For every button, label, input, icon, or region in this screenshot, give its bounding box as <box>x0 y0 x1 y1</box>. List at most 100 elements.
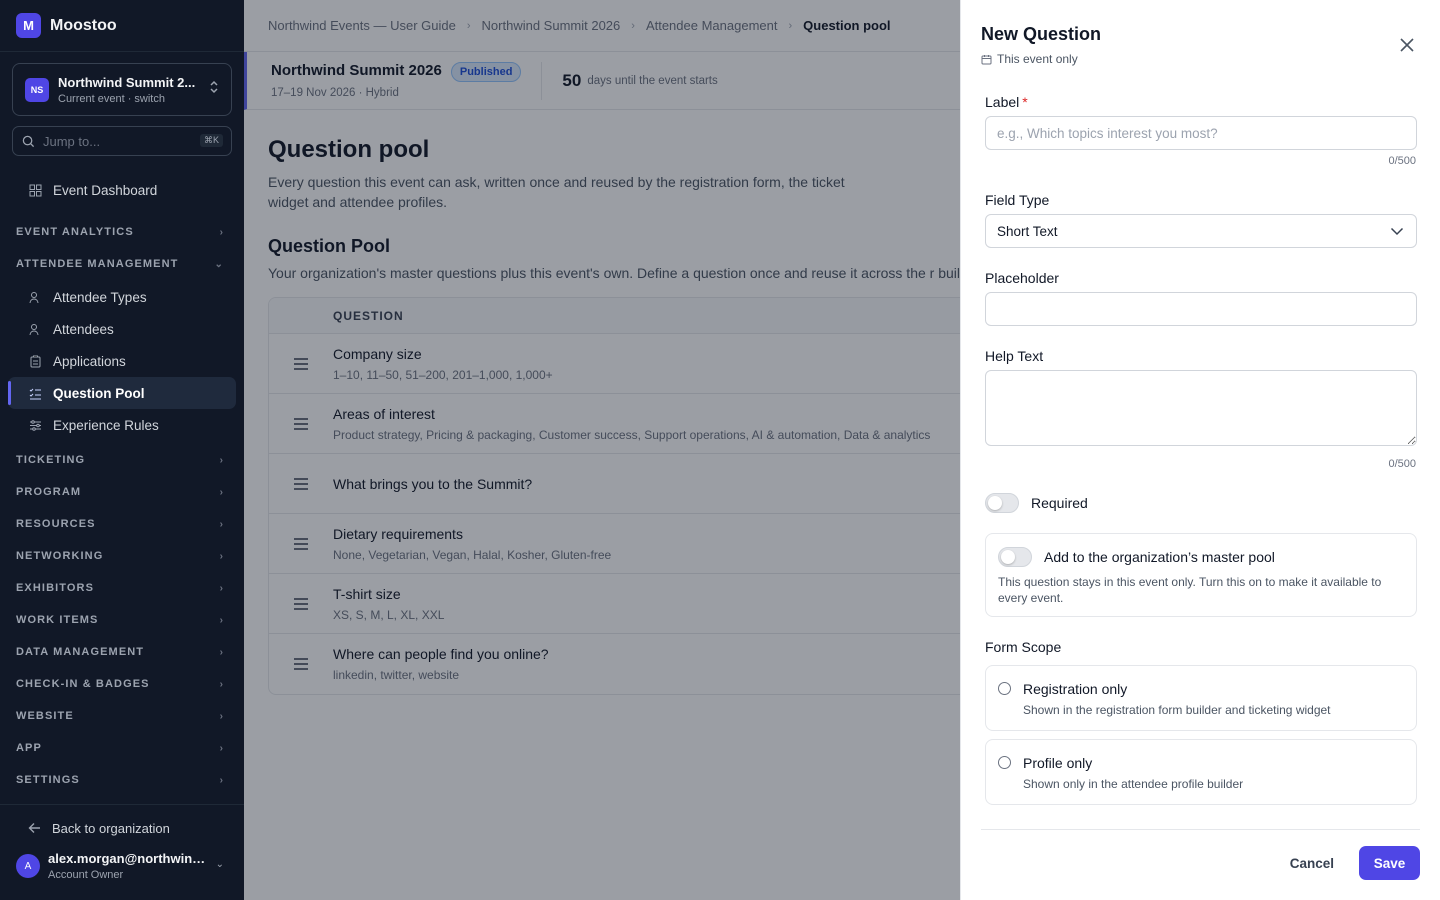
section-attendee-management[interactable]: ATTENDEE MANAGEMENT ⌄ <box>0 248 244 280</box>
scope-option-profile[interactable]: Profile only Shown only in the attendee … <box>985 739 1417 805</box>
jump-placeholder: Jump to... <box>43 133 101 149</box>
sidebar-section[interactable]: NETWORKING › <box>0 540 244 572</box>
chevron-down-icon: ⌄ <box>215 859 224 870</box>
section-label: CHECK-IN & BADGES <box>16 678 150 690</box>
sidebar-section[interactable]: WORK ITEMS › <box>0 604 244 636</box>
chevron-right-icon: › <box>219 678 224 690</box>
chevron-right-icon: › <box>219 582 224 594</box>
sidebar-section[interactable]: SETTINGS › <box>0 764 244 796</box>
calendar-icon <box>981 54 992 65</box>
scope-option-registration[interactable]: Registration only Shown in the registrat… <box>985 665 1417 731</box>
section-label: RESOURCES <box>16 518 96 530</box>
section-label: PROGRAM <box>16 486 82 498</box>
section-label: DATA MANAGEMENT <box>16 646 145 658</box>
sidebar-section[interactable]: EXHIBITORS › <box>0 572 244 604</box>
chevron-right-icon: › <box>219 742 224 754</box>
brand-logo: M <box>16 13 41 38</box>
section-label: SETTINGS <box>16 774 80 786</box>
event-switcher-sub: Current event · switch <box>58 92 165 105</box>
brand-name: Moostoo <box>50 16 117 34</box>
user-menu[interactable]: A alex.morgan@northwind... Account Owner… <box>0 851 244 881</box>
panel-title: New Question <box>981 24 1102 44</box>
option-desc: Shown only in the attendee profile build… <box>1023 777 1244 791</box>
sidebar-item-label: Question Pool <box>53 385 145 401</box>
close-button[interactable] <box>1396 34 1418 56</box>
panel-footer-divider <box>981 829 1420 830</box>
placeholder-label: Placeholder <box>985 270 1059 286</box>
sidebar-section[interactable]: WEBSITE › <box>0 700 244 732</box>
sidebar-section[interactable]: PROGRAM › <box>0 476 244 508</box>
avatar: A <box>16 854 40 878</box>
required-label: Required <box>1031 495 1088 511</box>
chevron-right-icon: › <box>219 710 224 722</box>
sidebar-item-applications[interactable]: Applications <box>8 345 236 377</box>
sidebar-item-question-pool[interactable]: Question Pool <box>8 377 236 409</box>
help-text-input[interactable] <box>985 370 1417 446</box>
field-type-value: Short Text <box>997 223 1058 239</box>
sidebar-section[interactable]: CHECK-IN & BADGES › <box>0 668 244 700</box>
search-icon <box>22 135 35 148</box>
chevron-right-icon: › <box>219 550 224 562</box>
sidebar-section[interactable]: DATA MANAGEMENT › <box>0 636 244 668</box>
chevron-right-icon: › <box>219 454 224 466</box>
chevron-down-icon <box>1390 224 1404 241</box>
sidebar-section[interactable]: APP › <box>0 732 244 764</box>
sidebar-footer: Back to organization A alex.morgan@north… <box>0 804 244 900</box>
radio-button[interactable] <box>998 756 1011 769</box>
chevron-right-icon: › <box>219 486 224 498</box>
shortcut-badge: ⌘K <box>199 134 223 147</box>
field-type-select[interactable]: Short Text <box>985 214 1417 248</box>
required-row: Required <box>985 493 1088 513</box>
chevron-right-icon: › <box>219 614 224 626</box>
label-input[interactable] <box>985 116 1417 150</box>
section-label: WEBSITE <box>16 710 74 722</box>
close-icon <box>1400 38 1414 52</box>
sidebar-item-label: Attendee Types <box>53 289 147 305</box>
sliders-icon <box>28 418 42 432</box>
section-label: EVENT ANALYTICS <box>16 226 134 238</box>
chevron-right-icon: › <box>219 226 224 238</box>
jump-to-search[interactable]: Jump to... ⌘K <box>12 126 232 156</box>
section-event-analytics[interactable]: EVENT ANALYTICS › <box>0 216 244 248</box>
sidebar-item-label: Attendees <box>53 321 114 337</box>
sidebar-item-attendee-types[interactable]: Attendee Types <box>8 281 236 313</box>
chevron-right-icon: › <box>219 646 224 658</box>
help-text-label: Help Text <box>985 348 1044 364</box>
sidebar-item-experience-rules[interactable]: Experience Rules <box>8 409 236 441</box>
option-title: Registration only <box>1023 681 1128 697</box>
sidebar-item-dashboard[interactable]: Event Dashboard <box>8 174 236 206</box>
section-label: APP <box>16 742 42 754</box>
sidebar-section[interactable]: TICKETING › <box>0 444 244 476</box>
form-scope-label: Form Scope <box>985 639 1062 655</box>
sidebar-section[interactable]: RESOURCES › <box>0 508 244 540</box>
cancel-button[interactable]: Cancel <box>1290 851 1334 875</box>
sidebar: M Moostoo NS Northwind Summit 2... Curre… <box>0 0 244 900</box>
required-toggle[interactable] <box>985 493 1019 513</box>
event-switcher[interactable]: NS Northwind Summit 2... Current event ·… <box>12 63 232 116</box>
radio-button[interactable] <box>998 682 1011 695</box>
master-pool-toggle[interactable] <box>998 547 1032 567</box>
arrow-left-icon <box>28 822 41 834</box>
sidebar-item-attendees[interactable]: Attendees <box>8 313 236 345</box>
chevron-right-icon: › <box>219 774 224 786</box>
scope-label: This event only <box>997 52 1078 66</box>
event-badge: NS <box>25 77 49 102</box>
panel-scope: This event only <box>981 52 1078 66</box>
chevron-down-icon: ⌄ <box>214 258 224 270</box>
sidebar-item-label: Event Dashboard <box>53 182 158 198</box>
master-pool-label: Add to the organization’s master pool <box>1044 549 1275 565</box>
back-to-organization[interactable]: Back to organization <box>0 805 244 851</box>
back-label: Back to organization <box>52 820 170 836</box>
section-label: WORK ITEMS <box>16 614 99 626</box>
brand[interactable]: M Moostoo <box>0 0 244 52</box>
event-switcher-name: Northwind Summit 2... <box>58 74 196 90</box>
section-label: ATTENDEE MANAGEMENT <box>16 258 179 270</box>
option-title: Profile only <box>1023 755 1093 771</box>
help-text-counter: 0/500 <box>1388 458 1416 470</box>
save-button[interactable]: Save <box>1359 846 1420 880</box>
label-counter: 0/500 <box>1388 155 1416 167</box>
placeholder-input[interactable] <box>985 292 1417 326</box>
new-question-panel: New Question This event only Label* 0/50… <box>960 0 1440 900</box>
users-icon <box>28 322 42 336</box>
section-label: EXHIBITORS <box>16 582 95 594</box>
